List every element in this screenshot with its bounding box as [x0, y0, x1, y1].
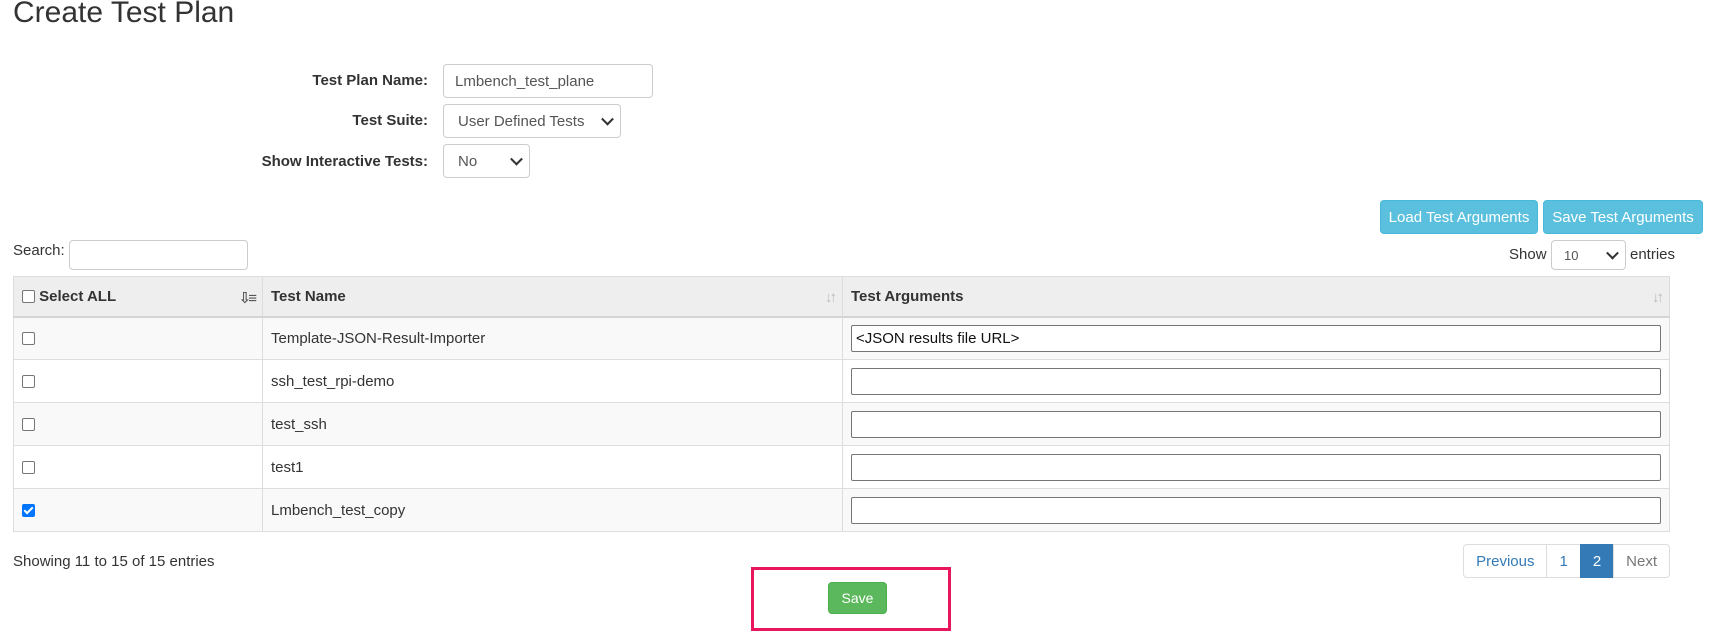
select-all-checkbox[interactable]: [22, 290, 35, 304]
sort-icon[interactable]: ↓↑: [1652, 289, 1664, 306]
test-name-cell: test1: [262, 445, 843, 489]
test-arguments-input[interactable]: [851, 453, 1661, 481]
search-input[interactable]: [69, 240, 248, 270]
table-info: Showing 11 to 15 of 15 entries: [13, 553, 215, 570]
page-1-button[interactable]: 1: [1546, 544, 1581, 578]
table-row: ssh_test_rpi-demo: [13, 359, 1670, 403]
test-arguments-header-label: Test Arguments: [851, 287, 964, 305]
table-row: Lmbench_test_copy: [13, 488, 1670, 532]
test-name-cell: Lmbench_test_copy: [262, 488, 843, 532]
entries-value: 10: [1564, 247, 1579, 263]
load-test-arguments-button[interactable]: Load Test Arguments: [1380, 200, 1538, 234]
sort-desc-icon[interactable]: ⇩≡: [239, 289, 257, 307]
test-name-header-label: Test Name: [271, 287, 346, 305]
row-checkbox[interactable]: [22, 418, 35, 432]
show-label: Show: [1509, 246, 1547, 263]
save-button[interactable]: Save: [828, 582, 887, 614]
test-plan-name-input[interactable]: [443, 64, 653, 98]
next-page-button[interactable]: Next: [1613, 544, 1670, 578]
test-arguments-input[interactable]: [851, 410, 1661, 438]
test-suite-value: User Defined Tests: [458, 112, 585, 130]
show-interactive-select[interactable]: No: [443, 144, 530, 178]
select-all-header[interactable]: Select ALL ⇩≡: [13, 276, 263, 318]
test-suite-select[interactable]: User Defined Tests: [443, 104, 621, 138]
page-2-button[interactable]: 2: [1579, 544, 1615, 578]
show-interactive-value: No: [458, 152, 478, 170]
test-arguments-input[interactable]: [851, 367, 1661, 395]
row-checkbox[interactable]: [22, 461, 35, 475]
table-row: test1: [13, 445, 1670, 489]
test-arguments-input[interactable]: [851, 496, 1661, 524]
page-title: Create Test Plan: [13, 0, 235, 29]
test-table: Select ALL ⇩≡ Test Name ↓↑ Test Argument…: [13, 276, 1670, 532]
select-all-label: Select ALL: [39, 287, 117, 305]
table-row: test_ssh: [13, 402, 1670, 446]
show-interactive-label: Show Interactive Tests:: [261, 153, 428, 170]
test-name-cell: Template-JSON-Result-Importer: [262, 316, 843, 360]
chevron-down-icon: [510, 152, 523, 166]
row-checkbox[interactable]: [22, 504, 35, 518]
sort-icon[interactable]: ↓↑: [825, 289, 837, 306]
row-checkbox[interactable]: [22, 375, 35, 389]
test-name-header[interactable]: Test Name ↓↑: [262, 276, 843, 318]
test-arguments-input[interactable]: [851, 324, 1661, 352]
previous-page-button[interactable]: Previous: [1463, 544, 1548, 578]
save-test-arguments-button[interactable]: Save Test Arguments: [1543, 200, 1703, 234]
table-row: Template-JSON-Result-Importer: [13, 316, 1670, 360]
entries-select[interactable]: 10: [1551, 240, 1626, 270]
search-label: Search:: [13, 242, 65, 259]
entries-label: entries: [1630, 246, 1676, 263]
test-name-cell: ssh_test_rpi-demo: [262, 359, 843, 403]
table-header-row: Select ALL ⇩≡ Test Name ↓↑ Test Argument…: [13, 276, 1670, 318]
test-arguments-header[interactable]: Test Arguments ↓↑: [842, 276, 1670, 318]
test-suite-label: Test Suite:: [352, 112, 428, 129]
chevron-down-icon: [1606, 246, 1619, 260]
pagination: Previous 1 2 Next: [1463, 544, 1670, 578]
chevron-down-icon: [601, 112, 614, 126]
test-name-cell: test_ssh: [262, 402, 843, 446]
row-checkbox[interactable]: [22, 332, 35, 346]
test-plan-name-label: Test Plan Name:: [312, 72, 428, 89]
